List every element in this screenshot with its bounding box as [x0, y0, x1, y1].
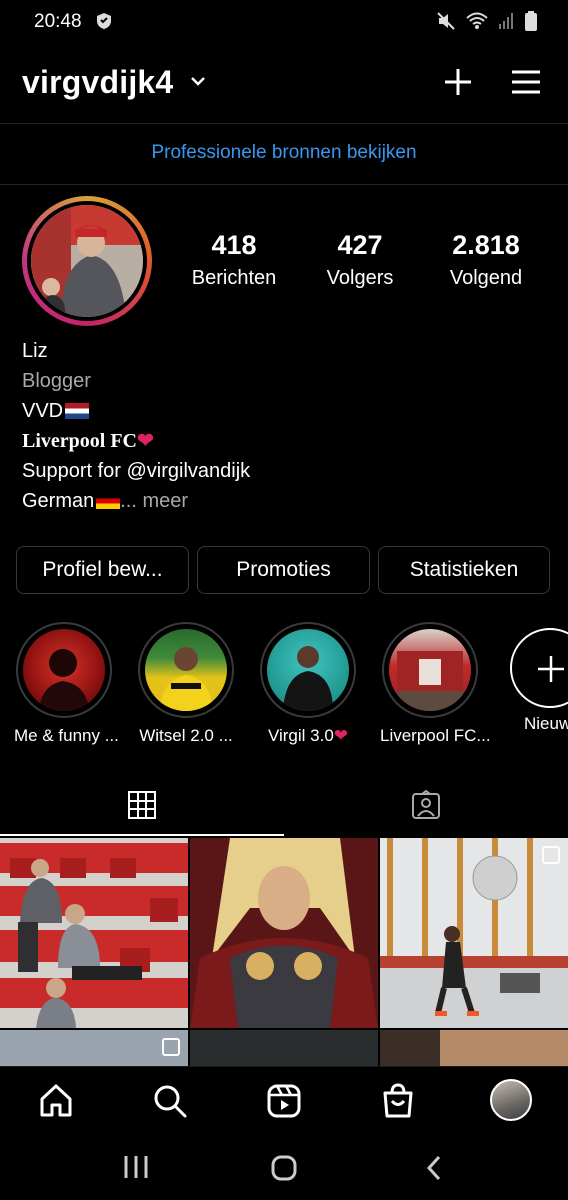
netherlands-flag-icon — [65, 403, 90, 419]
status-time: 20:48 — [34, 11, 82, 32]
promotions-button[interactable]: Promoties — [197, 546, 370, 594]
heart-icon: ❤ — [137, 430, 154, 452]
stat-value: 427 — [337, 230, 383, 260]
signal-icon — [498, 12, 514, 35]
professional-dashboard-link[interactable]: Professionele bronnen bekijken — [0, 142, 568, 164]
highlight-thumbnail — [145, 629, 227, 711]
highlight-label: Me & funny ... — [14, 726, 119, 745]
stat-following[interactable]: 2.818 Volgend — [426, 230, 546, 290]
bottom-navigation — [0, 1066, 568, 1134]
search-icon[interactable] — [150, 1081, 190, 1121]
post-thumbnail[interactable] — [380, 838, 568, 1028]
new-post-plus-icon[interactable] — [440, 64, 476, 100]
stat-label: Volgend — [449, 267, 523, 289]
profile-bio: Liz Blogger VVD Liverpool FC❤ Support fo… — [22, 336, 250, 516]
bio-line: Support for @virgilvandijk — [22, 456, 250, 486]
stat-value: 2.818 — [452, 230, 520, 260]
profile-tabs — [0, 782, 568, 836]
avatar-photo — [31, 205, 143, 317]
new-highlight-item[interactable]: Nieuw — [500, 622, 568, 734]
stat-followers[interactable]: 427 Volgers — [300, 230, 420, 290]
profile-avatar-nav[interactable] — [490, 1079, 532, 1121]
post-thumbnail[interactable] — [380, 1030, 568, 1068]
bio-text: German — [22, 490, 95, 512]
highlight-item[interactable]: Me & funny ... — [14, 622, 119, 746]
stat-posts[interactable]: 418 Berichten — [174, 230, 294, 290]
bio-line: German ... meer — [22, 486, 250, 516]
shop-icon[interactable] — [378, 1081, 418, 1121]
highlight-item[interactable]: Virgil 3.0❤ — [258, 622, 358, 746]
bio-line: Liverpool FC❤ — [22, 426, 250, 456]
stat-label: Berichten — [191, 267, 277, 289]
home-button-icon[interactable] — [270, 1154, 298, 1187]
username-switcher[interactable]: virgvdijk4 — [22, 64, 173, 101]
edit-profile-button[interactable]: Profiel bew... — [16, 546, 189, 594]
heart-icon: ❤ — [333, 726, 349, 745]
highlight-ring — [138, 622, 234, 718]
bio-text: Support for @virgilvandijk — [22, 460, 251, 482]
back-icon[interactable] — [424, 1154, 444, 1187]
profile-header: virgvdijk4 — [0, 56, 568, 112]
reels-icon[interactable] — [264, 1081, 304, 1121]
post-thumbnail[interactable] — [0, 838, 188, 1028]
bio-text: VVD — [22, 400, 64, 422]
highlight-label: Virgil 3.0❤ — [258, 726, 358, 746]
divider — [0, 184, 568, 185]
post-thumbnail[interactable] — [0, 1030, 188, 1068]
highlight-thumbnail — [23, 629, 105, 711]
battery-icon — [524, 10, 538, 37]
post-thumbnail[interactable] — [190, 1030, 378, 1068]
mute-icon — [436, 11, 456, 36]
tab-grid[interactable] — [0, 782, 284, 836]
germany-flag-icon — [96, 493, 121, 509]
highlight-label: Witsel 2.0 ... — [139, 726, 233, 745]
highlight-ring — [16, 622, 112, 718]
hamburger-menu-icon[interactable] — [508, 64, 544, 100]
wifi-icon — [466, 11, 488, 36]
chevron-down-icon[interactable] — [190, 74, 206, 92]
highlight-label-text: Virgil 3.0 — [267, 726, 334, 745]
stat-value: 418 — [211, 230, 257, 260]
plus-icon — [538, 656, 564, 682]
recent-apps-icon[interactable] — [122, 1154, 150, 1185]
highlight-label: Nieuw — [524, 714, 568, 733]
profile-avatar[interactable] — [22, 196, 152, 326]
divider — [0, 123, 568, 124]
system-navigation — [0, 1134, 568, 1200]
post-grid — [0, 838, 568, 1068]
highlight-ring — [260, 622, 356, 718]
insights-button[interactable]: Statistieken — [378, 546, 550, 594]
highlight-item[interactable]: Witsel 2.0 ... — [136, 622, 236, 746]
bio-line: VVD — [22, 396, 250, 426]
tagged-person-icon — [412, 790, 440, 819]
tab-tagged[interactable] — [284, 782, 568, 836]
post-thumbnail[interactable] — [190, 838, 378, 1028]
multiple-posts-icon — [162, 1038, 180, 1056]
multiple-posts-icon — [542, 846, 560, 864]
highlight-thumbnail — [389, 629, 471, 711]
status-bar: 20:48 — [0, 0, 568, 44]
highlight-thumbnail — [267, 629, 349, 711]
grid-icon — [128, 791, 156, 819]
highlight-item[interactable]: Liverpool FC... — [380, 622, 491, 746]
profile-name: Liz — [22, 340, 48, 362]
active-tab-indicator — [0, 834, 284, 836]
highlight-label: Liverpool FC... — [380, 726, 491, 745]
more-link[interactable]: ... meer — [120, 490, 188, 512]
new-highlight-ring — [510, 628, 568, 708]
profile-category: Blogger — [22, 370, 91, 392]
shield-icon — [96, 12, 112, 35]
highlight-ring — [382, 622, 478, 718]
bio-text: Liverpool FC — [22, 430, 137, 452]
stat-label: Volgers — [326, 267, 394, 289]
home-icon[interactable] — [36, 1081, 76, 1121]
